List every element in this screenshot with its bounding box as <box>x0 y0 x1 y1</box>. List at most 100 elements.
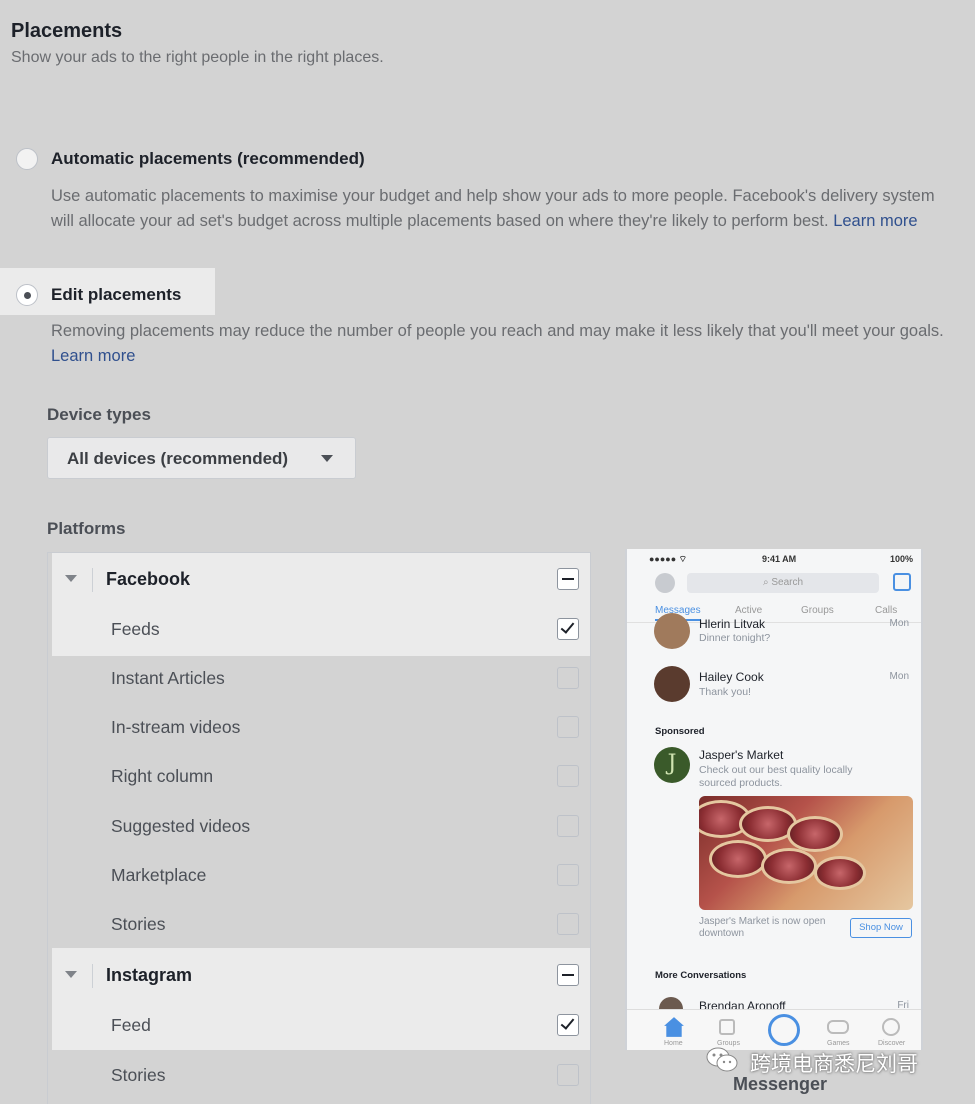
ad-caption: Jasper's Market is now open downtown <box>699 916 826 939</box>
placement-item-instagram-feed[interactable]: Feed <box>48 1000 590 1050</box>
device-types-label: Device types <box>47 405 151 424</box>
more-conversations-label: More Conversations <box>655 970 747 981</box>
placement-item-label: Stories <box>111 1065 166 1085</box>
edit-placements-radio[interactable] <box>16 284 38 306</box>
platform-group-instagram[interactable]: Instagram <box>48 950 590 1000</box>
ad-image <box>699 796 913 910</box>
collapse-caret-icon[interactable] <box>65 971 77 978</box>
conversation-row: Hlerin Litvak Dinner tonight? Mon <box>627 613 921 655</box>
conversation-preview: Dinner tonight? <box>699 632 771 644</box>
placement-item-label: Suggested videos <box>111 816 251 836</box>
camera-icon <box>768 1014 800 1046</box>
profile-avatar <box>655 573 675 593</box>
status-time: 9:41 AM <box>762 554 797 564</box>
divider <box>92 964 93 988</box>
automatic-placements-label[interactable]: Automatic placements (recommended) <box>51 149 365 169</box>
checkmark-icon <box>560 1015 575 1030</box>
games-icon <box>827 1020 849 1034</box>
tab-calls: Calls <box>875 605 898 616</box>
caret-down-icon <box>321 455 333 462</box>
shop-now-button: Shop Now <box>850 918 912 938</box>
page-subtitle: Show your ads to the right people in the… <box>11 49 384 66</box>
discover-icon <box>882 1018 900 1036</box>
marketplace-checkbox[interactable] <box>557 864 579 886</box>
fig-slice <box>709 840 767 878</box>
fig-slice <box>787 816 843 852</box>
placement-item-label: Marketplace <box>111 865 207 885</box>
conversation-time: Mon <box>889 618 909 629</box>
platforms-label: Platforms <box>47 519 126 538</box>
facebook-stories-checkbox[interactable] <box>557 913 579 935</box>
placement-item-right-column[interactable]: Right column <box>48 751 590 801</box>
conversation-preview: Thank you! <box>699 686 751 698</box>
automatic-description-text: Use automatic placements to maximise you… <box>51 187 935 230</box>
nav-label: Home <box>664 1040 683 1047</box>
minus-icon <box>562 578 574 580</box>
instagram-stories-checkbox[interactable] <box>557 1064 579 1086</box>
automatic-learn-more-link[interactable]: Learn more <box>833 212 917 230</box>
carrier-signal: ●●●●● ⌔ <box>649 554 688 564</box>
watermark: 跨境电商悉尼刘哥 <box>706 1043 966 1077</box>
tab-groups: Groups <box>801 605 834 616</box>
ad-text: Check out our best quality locally sourc… <box>699 764 853 789</box>
checkmark-icon <box>560 619 575 634</box>
placement-item-suggested-videos[interactable]: Suggested videos <box>48 801 590 851</box>
placement-item-label: Stories <box>111 914 166 934</box>
battery-level: 100% <box>889 554 913 564</box>
placement-item-in-stream-videos[interactable]: In-stream videos <box>48 702 590 752</box>
instagram-feed-checkbox[interactable] <box>557 1014 579 1036</box>
instant-articles-checkbox[interactable] <box>557 667 579 689</box>
placement-item-marketplace[interactable]: Marketplace <box>48 850 590 900</box>
right-column-checkbox[interactable] <box>557 765 579 787</box>
page-title: Placements <box>11 20 123 42</box>
wechat-icon <box>706 1047 738 1072</box>
platform-group-label: Instagram <box>106 965 193 985</box>
facebook-group-checkbox[interactable] <box>557 568 579 590</box>
collapse-caret-icon[interactable] <box>65 575 77 582</box>
automatic-placements-description: Use automatic placements to maximise you… <box>51 184 956 233</box>
placement-item-label: Feeds <box>111 619 160 639</box>
conversation-time: Mon <box>889 671 909 682</box>
conversation-name: Hailey Cook <box>699 670 764 684</box>
minus-icon <box>562 974 574 976</box>
groups-icon <box>719 1019 735 1035</box>
placement-item-feeds[interactable]: Feeds <box>48 604 590 654</box>
avatar <box>654 613 690 649</box>
fig-slice <box>761 848 817 884</box>
messenger-search: ⌕ Search <box>687 573 879 593</box>
sponsored-label: Sponsored <box>655 726 705 737</box>
placement-item-facebook-stories[interactable]: Stories <box>48 899 590 949</box>
device-types-dropdown[interactable]: All devices (recommended) <box>47 437 356 479</box>
fig-slice <box>814 856 866 890</box>
advertiser-logo: J <box>654 747 690 783</box>
placement-item-label: Right column <box>111 766 214 786</box>
conversation-name: Hlerin Litvak <box>699 617 766 631</box>
platform-group-label: Facebook <box>106 569 191 589</box>
watermark-text: 跨境电商悉尼刘哥 <box>750 1052 918 1076</box>
placement-item-label: In-stream videos <box>111 717 241 737</box>
messenger-preview: ●●●●● ⌔ 9:41 AM 100% ⌕ Search Messages A… <box>625 549 923 1050</box>
platforms-list: Facebook Feeds Instant Articles In-strea… <box>47 552 591 1104</box>
suggested-videos-checkbox[interactable] <box>557 815 579 837</box>
instagram-group-checkbox[interactable] <box>557 964 579 986</box>
in-stream-videos-checkbox[interactable] <box>557 716 579 738</box>
automatic-placements-radio[interactable] <box>16 148 38 170</box>
search-placeholder: Search <box>771 577 804 588</box>
edit-placements-description: Removing placements may reduce the numbe… <box>51 319 966 368</box>
advertiser-name: Jasper's Market <box>699 748 784 762</box>
placement-item-instant-articles[interactable]: Instant Articles <box>48 653 590 703</box>
feeds-checkbox[interactable] <box>557 618 579 640</box>
radio-selected-dot <box>24 292 31 299</box>
compose-icon <box>893 573 911 591</box>
tab-active: Active <box>735 605 763 616</box>
placement-item-label: Instant Articles <box>111 668 225 688</box>
avatar <box>654 666 690 702</box>
edit-learn-more-link[interactable]: Learn more <box>51 347 135 365</box>
phone-status-bar: ●●●●● ⌔ 9:41 AM 100% <box>627 549 921 569</box>
placement-item-label: Feed <box>111 1015 151 1035</box>
platform-group-facebook[interactable]: Facebook <box>48 554 590 604</box>
edit-placements-label[interactable]: Edit placements <box>51 285 181 305</box>
placement-item-instagram-stories[interactable]: Stories <box>48 1050 590 1100</box>
device-types-selected: All devices (recommended) <box>67 449 289 468</box>
edit-description-text: Removing placements may reduce the numbe… <box>51 322 944 340</box>
